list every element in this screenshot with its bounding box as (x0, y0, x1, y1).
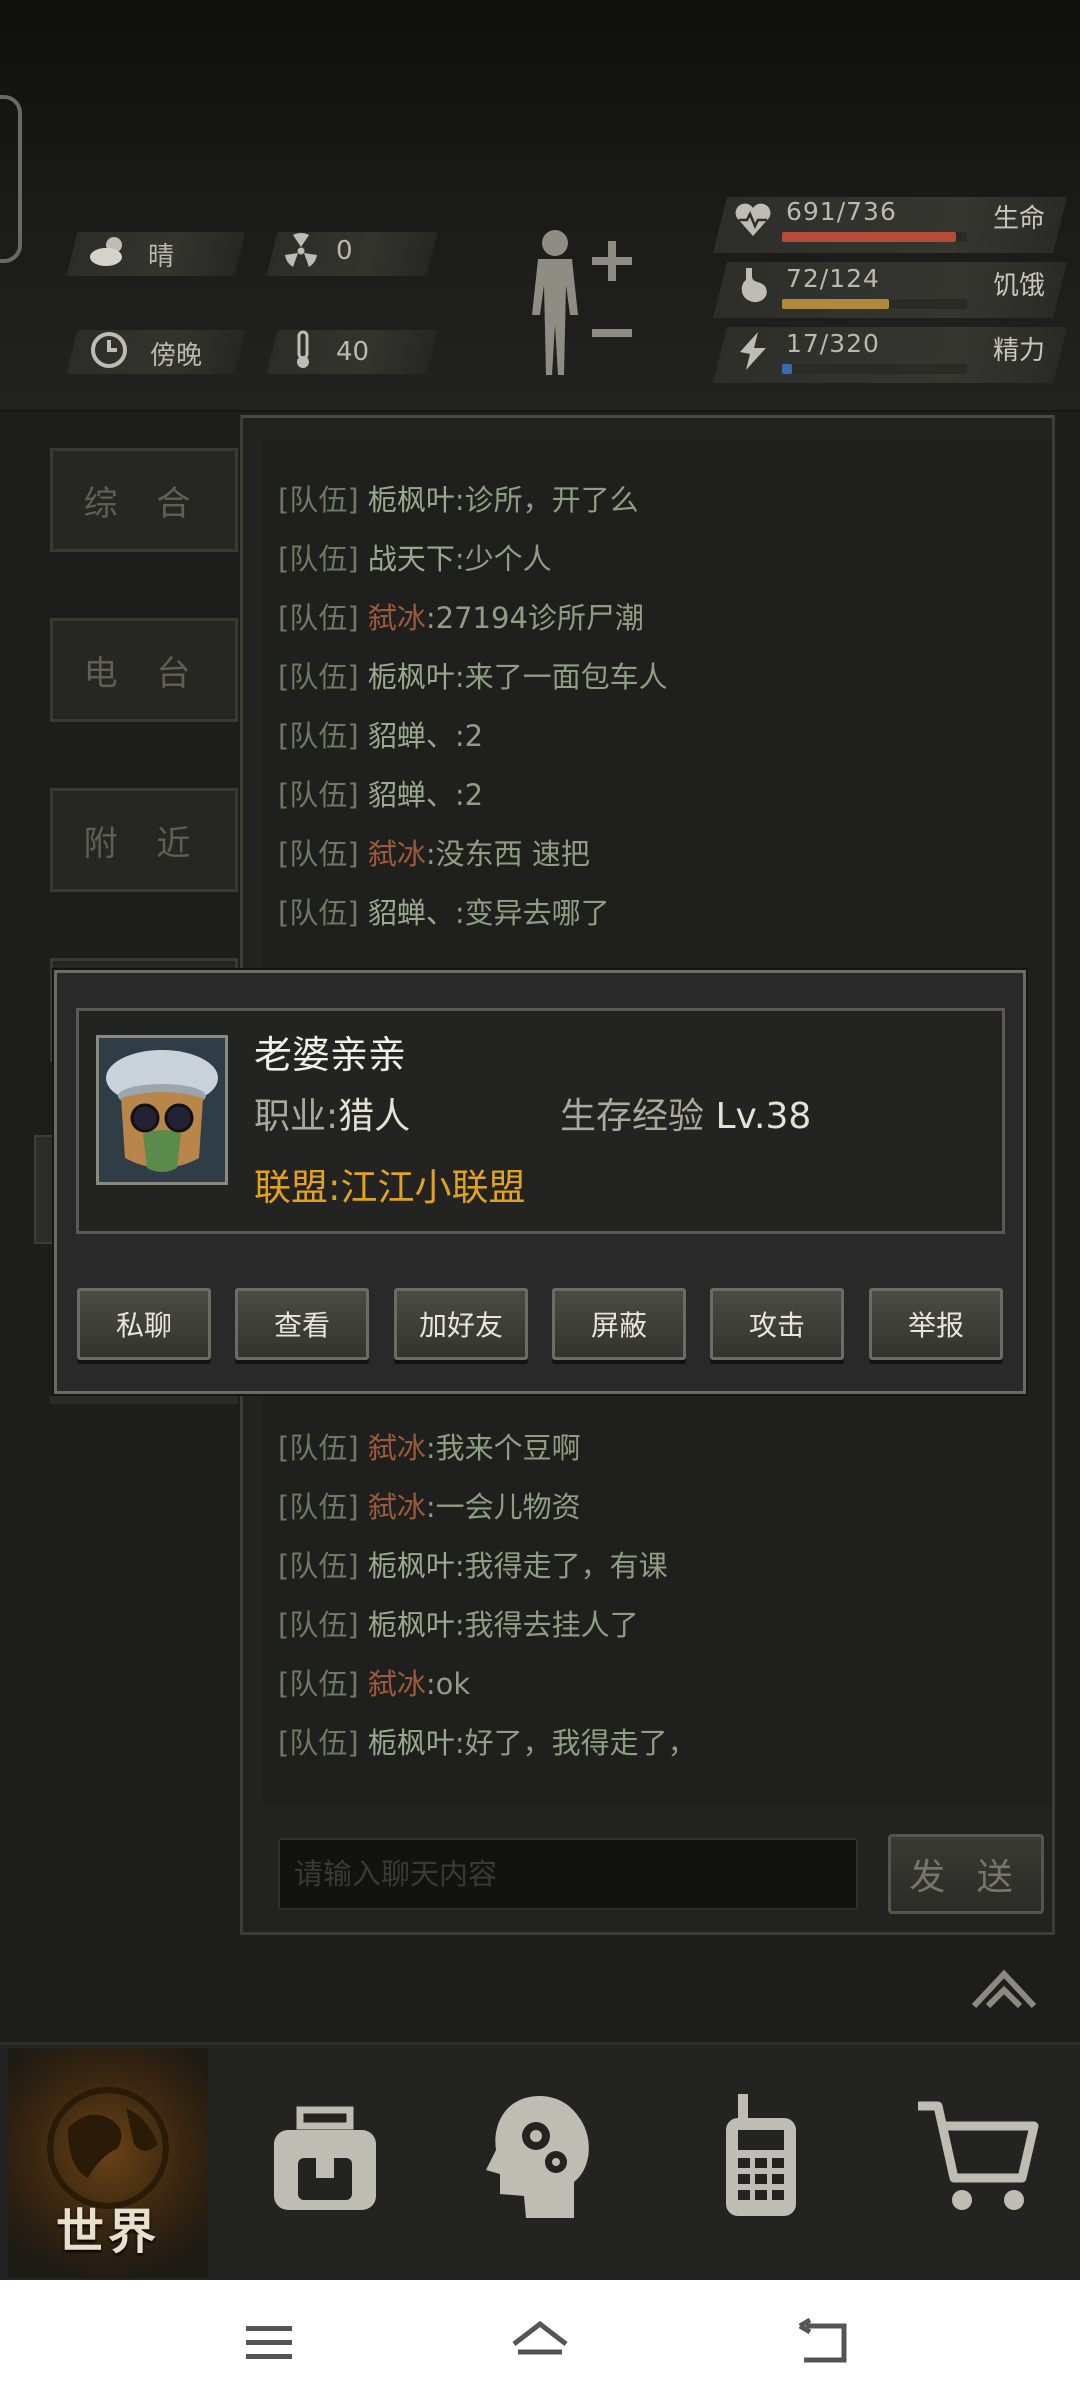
back-icon[interactable] (796, 2317, 852, 2368)
temperature-value: 40 (336, 337, 370, 367)
chat-message[interactable]: [队伍] 弑冰:一会儿物资 (278, 1482, 581, 1532)
cloud-sun-icon (88, 230, 130, 272)
chat-message[interactable]: [队伍] 栀枫叶:好了，我得走了， (278, 1718, 697, 1768)
chat-message[interactable]: [队伍] 栀枫叶:来了一面包车人 (278, 652, 668, 702)
chat-message[interactable]: [队伍] 栀枫叶:诊所，开了么 (278, 475, 639, 525)
player-alliance[interactable]: 联盟:江江小联盟 (254, 1157, 525, 1211)
chat-message[interactable]: [队伍] 弑冰:ok (278, 1659, 470, 1709)
health-bar (782, 232, 967, 242)
energy-value: 17/320 (786, 329, 880, 358)
vital-bar-fill (782, 299, 890, 309)
thermometer-icon (282, 329, 324, 371)
backpack-icon[interactable] (260, 2090, 390, 2220)
hunger-bar (782, 299, 967, 309)
chat-message[interactable]: [队伍] 弑冰:27194诊所尸潮 (278, 593, 644, 643)
hunger-label: 饥饿 (993, 271, 1046, 301)
energy-icon (736, 330, 770, 376)
chat-message[interactable]: [队伍] 栀枫叶:我得去挂人了 (278, 1600, 639, 1650)
skills-head-icon[interactable] (478, 2090, 608, 2220)
chat-message[interactable]: [队伍] 貂蝉、:2 (278, 770, 483, 820)
player-avatar (96, 1035, 228, 1185)
radiation-icon (280, 230, 322, 272)
block-button[interactable]: 屏蔽 (552, 1288, 686, 1360)
heart-icon (733, 200, 773, 244)
chat-message[interactable]: [队伍] 栀枫叶:我得走了，有课 (278, 1541, 668, 1591)
chat-message[interactable]: [队伍] 貂蝉、:变异去哪了 (278, 888, 610, 938)
collapse-up-icon[interactable] (968, 1966, 1040, 2012)
attack-button[interactable]: 攻击 (710, 1288, 844, 1360)
shop-cart-icon[interactable] (914, 2090, 1044, 2220)
nav-world-label: 世界 (55, 2204, 160, 2260)
tab-radio[interactable]: 电 台 (50, 618, 238, 722)
player-job: 职业:猎人 (254, 1096, 411, 1137)
chat-message[interactable]: [队伍] 弑冰:没东西 速把 (278, 829, 590, 879)
tab-strip-edge (50, 1396, 238, 1404)
vital-bar-fill (782, 232, 956, 242)
view-button[interactable]: 查看 (235, 1288, 369, 1360)
add-friend-button[interactable]: 加好友 (394, 1288, 528, 1360)
radiation-value: 0 (336, 236, 353, 266)
tab-general[interactable]: 综 合 (50, 448, 238, 552)
chat-message[interactable]: [队伍] 貂蝉、:2 (278, 711, 483, 761)
chat-message[interactable]: [队伍] 战天下:少个人 (278, 534, 552, 584)
chat-input[interactable]: 请输入聊天内容 (278, 1838, 858, 1910)
energy-label: 精力 (993, 336, 1046, 366)
player-survival-exp: 生存经验 Lv.38 (560, 1096, 812, 1137)
report-button[interactable]: 举报 (869, 1288, 1003, 1360)
radio-icon[interactable] (696, 2090, 826, 2220)
home-icon[interactable] (510, 2318, 568, 2368)
vital-bar-fill (782, 364, 792, 374)
health-label: 生命 (993, 204, 1046, 234)
time-of-day-text: 傍晚 (150, 341, 203, 371)
player-name: 老婆亲亲 (254, 1033, 407, 1077)
private-chat-button[interactable]: 私聊 (77, 1288, 211, 1360)
chat-message[interactable]: [队伍] 弑冰:我来个豆啊 (278, 1423, 581, 1473)
hunger-value: 72/124 (786, 264, 880, 293)
weather-text: 晴 (148, 242, 175, 272)
body-status-figure[interactable] (520, 225, 635, 380)
stomach-icon (736, 266, 772, 310)
tab-nearby[interactable]: 附 近 (50, 788, 238, 892)
menu-icon[interactable] (242, 2318, 298, 2368)
left-edge-frame (0, 95, 22, 263)
send-button[interactable]: 发 送 (888, 1834, 1044, 1914)
clock-icon (88, 329, 130, 371)
health-value: 691/736 (786, 197, 897, 226)
energy-bar (782, 364, 967, 374)
